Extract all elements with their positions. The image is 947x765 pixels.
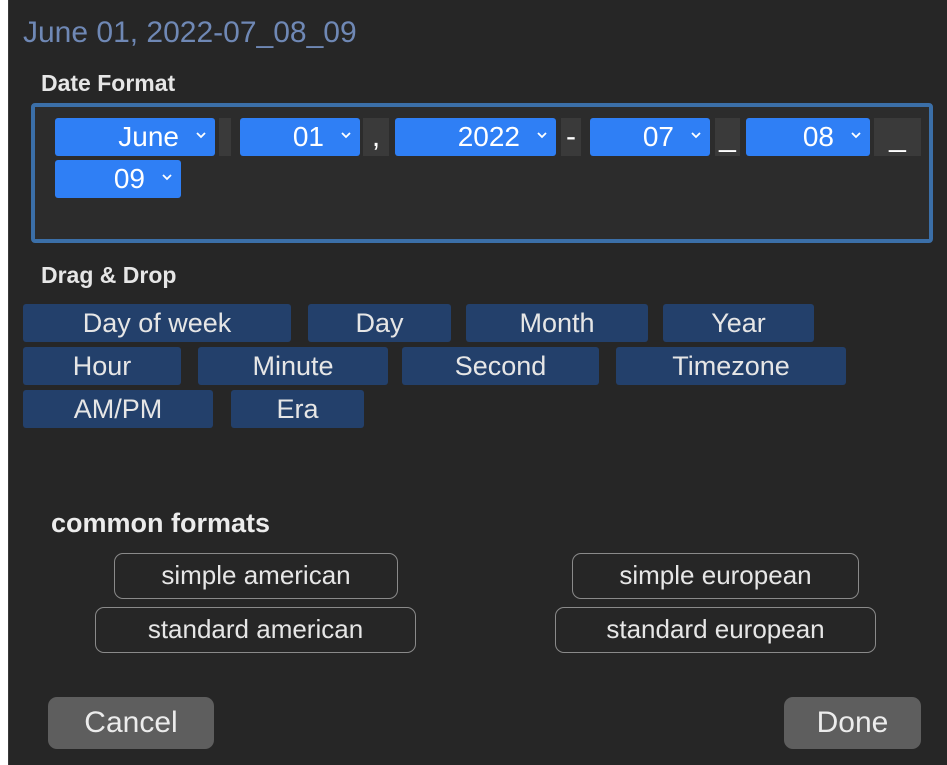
- separator-3[interactable]: -: [561, 118, 581, 156]
- dnd-item-day-of-week[interactable]: Day of week: [23, 304, 291, 342]
- minute-token[interactable]: 08: [746, 118, 870, 156]
- separator-2[interactable]: ,: [363, 118, 389, 156]
- cancel-button[interactable]: Cancel: [48, 697, 214, 749]
- month-token[interactable]: June: [55, 118, 215, 156]
- year-token-value: 2022: [457, 121, 520, 152]
- dnd-item-era[interactable]: Era: [231, 390, 364, 428]
- chevron-down-icon: [196, 132, 206, 139]
- chevron-down-icon: [851, 132, 861, 139]
- chevron-down-icon: [162, 174, 172, 181]
- year-token[interactable]: 2022: [395, 118, 556, 156]
- separator-5[interactable]: _: [874, 118, 921, 156]
- date-format-field[interactable]: June 01 , 2022 - 07 _ 08 _ 09: [31, 103, 933, 243]
- chevron-down-icon: [341, 132, 351, 139]
- chevron-down-icon: [537, 132, 547, 139]
- day-token-value: 01: [292, 121, 324, 152]
- month-token-value: June: [118, 121, 179, 152]
- date-preview: June 01, 2022-07_08_09: [23, 16, 357, 49]
- separator-4[interactable]: _: [715, 118, 740, 156]
- drag-drop-label: Drag & Drop: [41, 262, 177, 288]
- done-button[interactable]: Done: [784, 697, 921, 749]
- dnd-item-minute[interactable]: Minute: [198, 347, 388, 385]
- common-formats-label: common formats: [51, 508, 271, 538]
- standard-european-button[interactable]: standard european: [555, 607, 876, 653]
- chevron-down-icon: [691, 132, 701, 139]
- hour-token-value: 07: [642, 121, 674, 152]
- dnd-item-year[interactable]: Year: [663, 304, 814, 342]
- date-format-label: Date Format: [41, 70, 176, 96]
- dnd-item-hour[interactable]: Hour: [23, 347, 181, 385]
- separator-1[interactable]: [219, 118, 231, 156]
- day-token[interactable]: 01: [240, 118, 360, 156]
- second-token[interactable]: 09: [55, 160, 181, 198]
- date-format-dialog: June 01, 2022-07_08_09 Date Format June …: [8, 0, 947, 765]
- standard-american-button[interactable]: standard american: [95, 607, 416, 653]
- dnd-item-second[interactable]: Second: [402, 347, 599, 385]
- dnd-item-timezone[interactable]: Timezone: [616, 347, 846, 385]
- simple-european-button[interactable]: simple european: [572, 553, 859, 599]
- minute-token-value: 08: [802, 121, 834, 152]
- hour-token[interactable]: 07: [590, 118, 710, 156]
- dnd-item-month[interactable]: Month: [466, 304, 648, 342]
- dnd-item-am-pm[interactable]: AM/PM: [23, 390, 213, 428]
- simple-american-button[interactable]: simple american: [114, 553, 398, 599]
- dnd-item-day[interactable]: Day: [308, 304, 451, 342]
- second-token-value: 09: [113, 163, 145, 194]
